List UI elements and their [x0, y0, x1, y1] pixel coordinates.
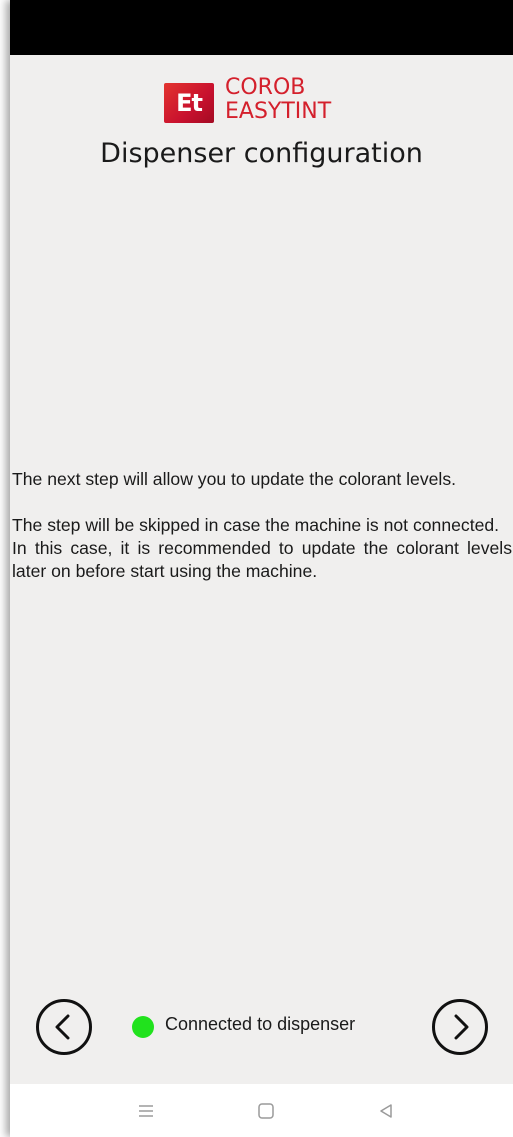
info-paragraph-skip: The step will be skipped in case the mac… [12, 515, 500, 535]
info-paragraph-recommend: In this case, it is recommended to updat… [12, 538, 512, 581]
status-bar [10, 0, 513, 55]
logo-line-easytint: EASYTINT [225, 99, 332, 124]
logo-mark-text: Et [176, 89, 203, 117]
info-message: The next step will allow you to update t… [12, 468, 512, 583]
app-screen: Et COROB EASYTINT Dispenser configuratio… [10, 0, 513, 1137]
back-button[interactable] [36, 999, 92, 1055]
system-navigation-bar [10, 1084, 513, 1137]
corob-easytint-logo: Et COROB EASYTINT [164, 76, 364, 128]
logo-mark: Et [164, 83, 214, 123]
page-title: Dispenser configuration [100, 138, 423, 169]
chevron-left-icon [55, 1014, 70, 1040]
info-paragraph-colorant: The next step will allow you to update t… [12, 469, 457, 489]
home-square-icon[interactable] [256, 1102, 276, 1120]
connection-status-indicator [132, 1016, 154, 1038]
next-button[interactable] [432, 999, 488, 1055]
logo-wordmark: COROB EASYTINT [225, 76, 331, 124]
connection-status-text: Connected to dispenser [165, 1014, 356, 1034]
menu-lines-icon[interactable] [136, 1102, 156, 1120]
back-triangle-icon[interactable] [376, 1102, 396, 1120]
chevron-right-icon [454, 1014, 469, 1040]
logo-line-corob: COROB [225, 75, 306, 100]
